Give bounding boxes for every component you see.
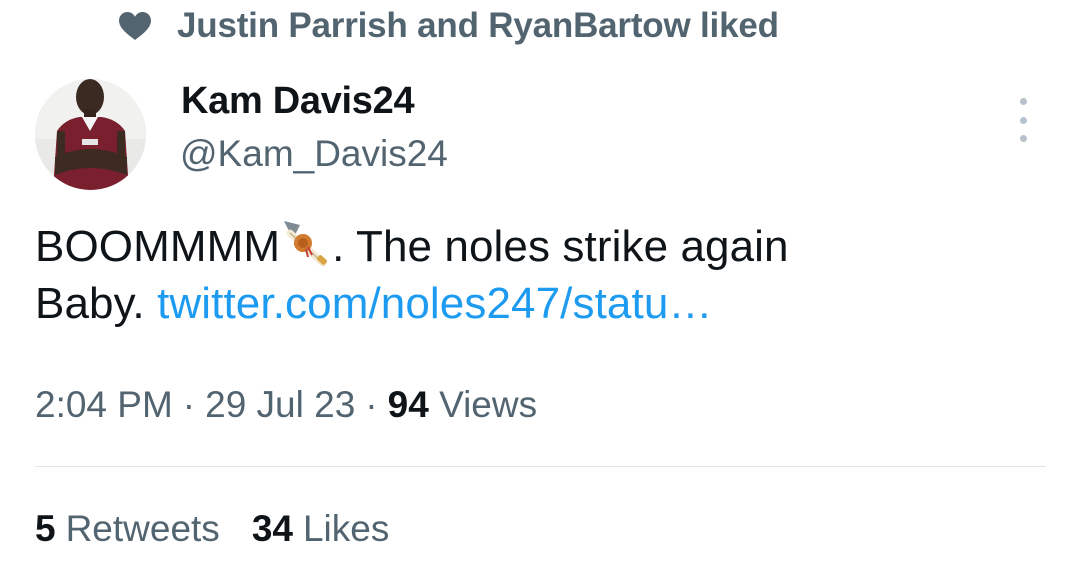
avatar-image — [35, 79, 146, 190]
more-options-button[interactable] — [1008, 98, 1038, 142]
tomahawk-emoji-icon — [284, 221, 328, 267]
meta-separator: · — [365, 384, 378, 425]
tweet-time[interactable]: 2:04 PM — [35, 384, 173, 425]
meta-separator: · — [182, 384, 196, 425]
avatar[interactable] — [35, 79, 146, 190]
social-context[interactable]: Justin Parrish and RyanBartow liked — [118, 4, 779, 48]
likes-stat[interactable]: 34 Likes — [252, 508, 390, 549]
more-icon-dot — [1019, 98, 1027, 105]
more-icon-dot — [1019, 135, 1027, 142]
engagement-stats: 5 Retweets 34 Likes — [35, 508, 389, 550]
more-icon-dot — [1019, 116, 1027, 124]
retweets-stat[interactable]: 5 Retweets — [35, 508, 220, 549]
retweets-count: 5 — [35, 508, 56, 549]
tweet-text: BOOMMMM . The noles strike again Baby. t… — [35, 218, 1045, 332]
social-context-text: Justin Parrish and RyanBartow liked — [177, 6, 779, 45]
views-label: Views — [439, 384, 538, 425]
retweets-label: Retweets — [65, 508, 220, 549]
likes-label: Likes — [302, 508, 390, 549]
tweet-date[interactable]: 29 Jul 23 — [205, 384, 355, 425]
author-handle[interactable]: @Kam_Davis24 — [180, 133, 448, 175]
author-display-name[interactable]: Kam Davis24 — [181, 80, 415, 123]
views-count: 94 — [387, 384, 429, 425]
tweet-link[interactable]: twitter.com/noles247/statu… — [157, 279, 712, 328]
tweet-text-part: . The noles strike again — [332, 222, 789, 271]
divider — [35, 466, 1046, 467]
tweet-meta: 2:04 PM · 29 Jul 23 · 94 Views — [35, 384, 537, 426]
tweet-text-part: Baby. — [35, 279, 158, 328]
likes-count: 34 — [251, 508, 293, 549]
tweet-text-part: BOOMMMM — [35, 222, 281, 271]
heart-icon — [119, 12, 151, 40]
